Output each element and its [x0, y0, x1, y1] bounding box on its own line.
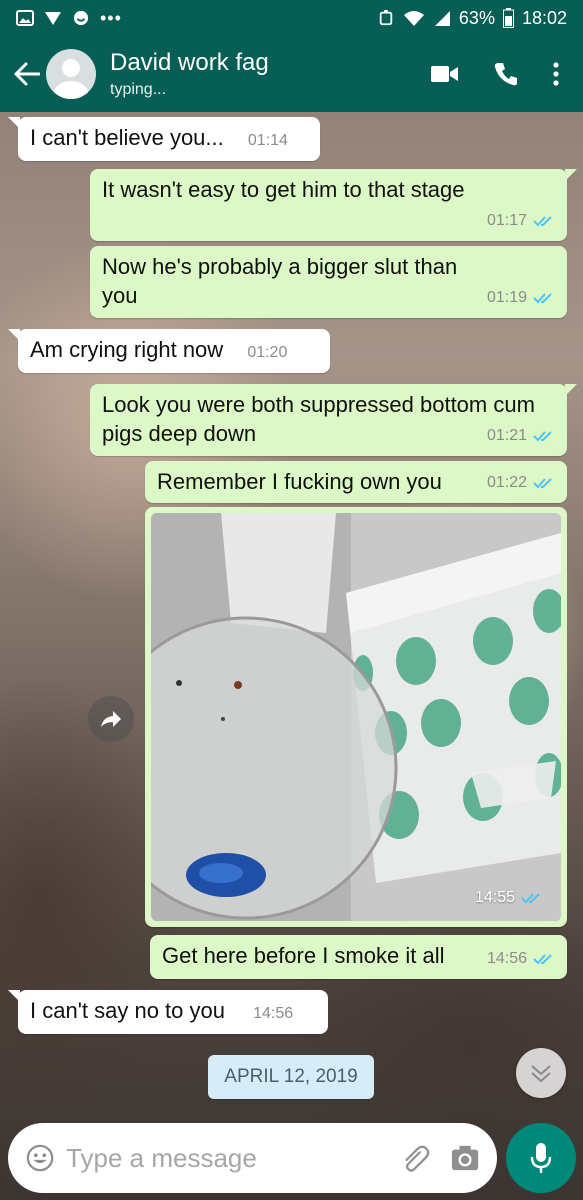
double-chevron-down-icon — [531, 1065, 551, 1083]
attach-icon[interactable] — [401, 1142, 433, 1174]
avatar[interactable] — [46, 49, 96, 99]
header-actions — [431, 61, 559, 87]
wifi-icon — [403, 11, 424, 26]
status-right-icons: 63% 18:02 — [377, 8, 567, 29]
signal-icon — [434, 11, 450, 26]
read-ticks-icon — [533, 215, 552, 226]
back-arrow-icon — [14, 62, 40, 86]
vpn-icon — [45, 12, 61, 25]
message-image[interactable]: 14:55 — [145, 507, 567, 927]
battery-icon — [502, 8, 514, 28]
message-outgoing[interactable]: Remember I fucking own you 01:22 — [145, 461, 567, 503]
message-meta: 14:56 — [487, 944, 555, 973]
message-time: 01:17 — [486, 212, 527, 229]
alarm-icon — [379, 10, 393, 26]
photo-meta: 14:55 — [475, 889, 543, 907]
chat-header: David work fag typing... — [0, 36, 583, 112]
status-bar: ••• 63% 18:02 — [0, 0, 583, 36]
message-time: 01:22 — [486, 474, 527, 491]
forward-icon — [101, 711, 121, 727]
message-meta: 01:21 — [487, 421, 555, 450]
message-outgoing[interactable]: Now he's probably a bigger slut than you… — [90, 246, 567, 318]
photo-attachment[interactable]: 14:55 — [151, 513, 561, 921]
microphone-icon — [530, 1143, 552, 1173]
message-meta: 01:17 — [487, 206, 555, 235]
message-incoming[interactable]: Am crying right now 01:20 — [8, 329, 330, 373]
message-outgoing[interactable]: Look you were both suppressed bottom cum… — [90, 384, 577, 456]
message-text: It wasn't easy to get him to that stage — [102, 177, 465, 202]
message-time: 01:14 — [247, 132, 288, 149]
message-meta: 01:22 — [487, 468, 555, 497]
more-dots-icon: ••• — [100, 7, 122, 28]
date-separator: APRIL 12, 2019 — [208, 1055, 374, 1099]
message-meta: 01:19 — [487, 283, 555, 312]
message-meta: 14:56 — [253, 999, 293, 1028]
emoji-icon[interactable] — [26, 1143, 54, 1173]
message-outgoing[interactable]: It wasn't easy to get him to that stage … — [90, 169, 577, 241]
contact-status: typing... — [110, 81, 167, 98]
message-text: Am crying right now — [30, 337, 224, 362]
message-composer — [8, 1123, 497, 1193]
message-text: I can't believe you... — [30, 125, 224, 150]
message-text: Look you were both suppressed bottom cum… — [102, 392, 535, 446]
read-ticks-icon — [533, 292, 552, 303]
message-time: 01:19 — [486, 289, 527, 306]
read-ticks-icon — [521, 893, 540, 904]
back-button[interactable] — [12, 59, 42, 89]
photo-content — [151, 513, 561, 921]
message-time: 14:56 — [486, 950, 527, 967]
default-avatar-icon — [54, 59, 88, 99]
read-ticks-icon — [533, 430, 552, 441]
message-incoming[interactable]: I can't believe you... 01:14 — [8, 117, 320, 161]
contact-name: David work fag — [110, 49, 269, 76]
status-left-icons: ••• — [16, 8, 122, 29]
message-time: 01:21 — [486, 427, 527, 444]
message-input[interactable] — [66, 1142, 402, 1174]
message-incoming[interactable]: I can't say no to you 14:56 — [8, 990, 328, 1034]
voice-record-button[interactable] — [506, 1123, 576, 1193]
message-time: 14:56 — [253, 1005, 294, 1022]
clock: 18:02 — [521, 7, 567, 28]
contact-info[interactable]: David work fag typing... — [110, 49, 431, 99]
voice-call-icon[interactable] — [493, 61, 519, 87]
message-time: 14:55 — [474, 889, 515, 906]
message-meta: 01:20 — [247, 338, 287, 367]
video-call-icon[interactable] — [431, 64, 459, 84]
read-ticks-icon — [533, 477, 552, 488]
message-text: Get here before I smoke it all — [162, 943, 445, 968]
message-text: Remember I fucking own you — [157, 469, 442, 494]
battery-percent: 63% — [458, 7, 495, 28]
forward-button[interactable] — [88, 696, 134, 742]
gallery-icon — [16, 10, 34, 26]
message-text: I can't say no to you — [30, 998, 225, 1023]
message-outgoing[interactable]: Get here before I smoke it all 14:56 — [150, 935, 567, 979]
message-text: Now he's probably a bigger slut than you — [102, 254, 458, 308]
scroll-to-bottom-button[interactable] — [516, 1048, 566, 1098]
emoji-icon — [73, 10, 89, 26]
menu-more-icon[interactable] — [553, 62, 559, 86]
message-time: 01:20 — [247, 344, 288, 361]
camera-icon[interactable] — [451, 1144, 479, 1172]
read-ticks-icon — [533, 953, 552, 964]
message-meta: 01:14 — [248, 126, 288, 155]
